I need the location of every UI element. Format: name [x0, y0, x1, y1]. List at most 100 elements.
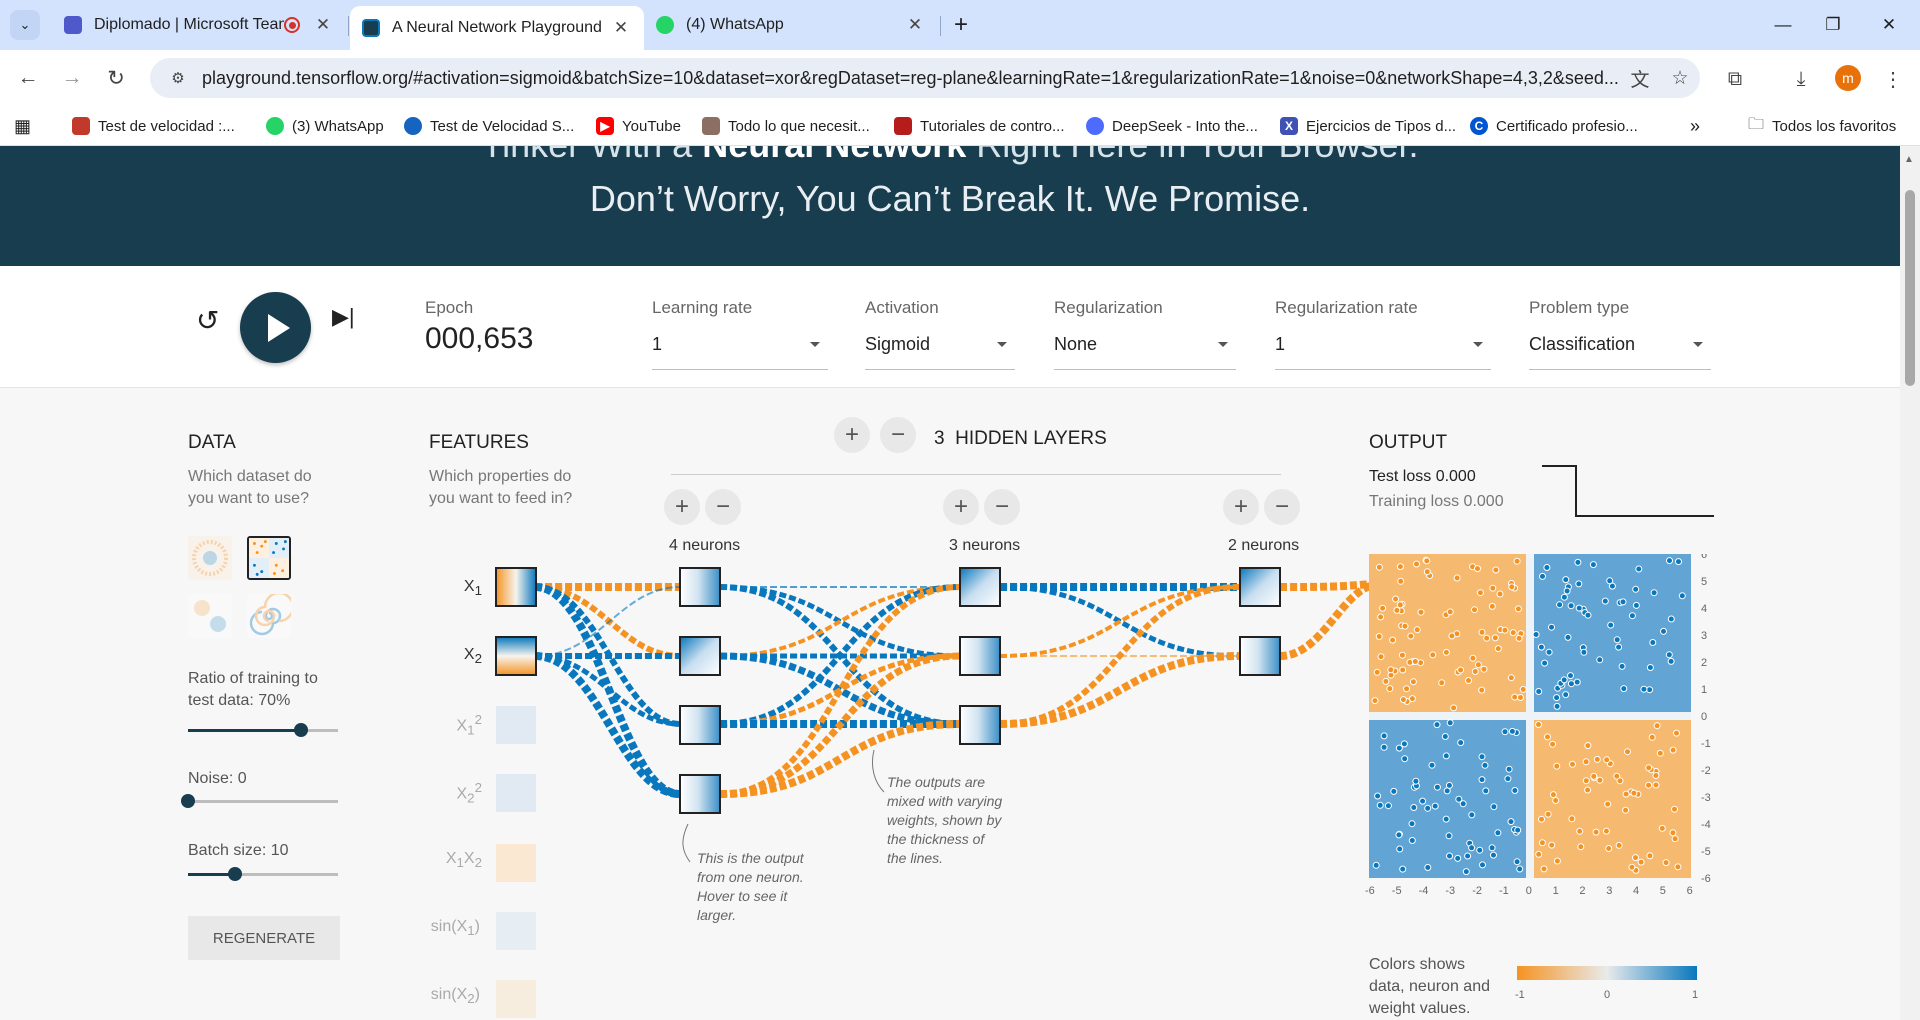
page-scrollbar[interactable]: ▲ — [1900, 146, 1920, 1020]
tab-search-button[interactable]: ⌄ — [10, 10, 40, 40]
data-point — [1515, 634, 1523, 642]
extensions-icon[interactable]: ⧉ — [1720, 64, 1750, 94]
data-point — [1575, 604, 1583, 612]
tab-whatsapp[interactable]: (4) WhatsApp ✕ — [644, 8, 938, 42]
bookmark-item[interactable]: Todo lo que necesit... — [702, 114, 870, 138]
data-point — [1457, 666, 1465, 674]
data-point — [1407, 632, 1415, 640]
minimize-button[interactable]: — — [1760, 8, 1806, 42]
data-point — [1375, 633, 1383, 640]
data-point — [1615, 643, 1623, 651]
y-tick-label: 3 — [1701, 630, 1707, 642]
data-point — [1481, 761, 1489, 769]
data-point — [1457, 739, 1465, 747]
data-point — [1540, 865, 1548, 873]
data-point — [1671, 835, 1679, 843]
recording-icon — [284, 17, 300, 33]
bookmark-star-icon[interactable]: ☆ — [1660, 67, 1700, 90]
bookmark-item[interactable]: C Certificado profesio... — [1470, 114, 1638, 138]
bookmark-item[interactable]: Tutoriales de contro... — [894, 114, 1065, 138]
forward-button[interactable]: → — [56, 62, 88, 94]
note-weights: The outputs are mixed with varying weights… — [887, 774, 1003, 866]
data-point — [1666, 557, 1673, 565]
download-icon[interactable]: ⤓ — [1786, 64, 1816, 94]
data-point — [1584, 611, 1592, 619]
data-point — [1671, 805, 1678, 813]
bookmark-item[interactable]: Test de Velocidad S... — [404, 114, 574, 138]
data-point — [1429, 651, 1437, 659]
bookmark-item[interactable]: (3) WhatsApp — [266, 114, 384, 138]
all-bookmarks-folder[interactable]: 🗀 Todos los favoritos — [1748, 114, 1896, 138]
bookmark-label: YouTube — [622, 117, 681, 135]
restore-button[interactable]: ❐ — [1810, 8, 1856, 42]
profile-avatar[interactable]: m — [1835, 65, 1861, 91]
data-point — [1548, 623, 1555, 631]
data-point — [1537, 643, 1545, 651]
whatsapp-icon — [266, 117, 284, 135]
data-point — [1624, 748, 1631, 756]
data-point — [1401, 755, 1409, 763]
neuron — [679, 636, 721, 676]
data-point — [1538, 839, 1546, 847]
scrollbar-thumb[interactable] — [1905, 190, 1915, 386]
data-point — [1660, 627, 1667, 635]
translate-icon[interactable]: 文 — [1620, 65, 1660, 92]
weight-link — [534, 652, 681, 798]
data-point — [1465, 677, 1472, 684]
address-bar[interactable]: ⚙ playground.tensorflow.org/#activation=… — [150, 58, 1700, 98]
bookmark-item[interactable]: X Ejercicios de Tipos d... — [1280, 114, 1456, 138]
tab-playground[interactable]: A Neural Network Playground ✕ — [350, 6, 644, 50]
data-point — [1535, 850, 1543, 858]
close-icon[interactable]: ✕ — [904, 15, 926, 35]
reload-button[interactable]: ↻ — [100, 62, 132, 94]
y-tick-label: -4 — [1701, 819, 1711, 831]
data-point — [1433, 721, 1441, 729]
data-point — [1622, 806, 1630, 814]
data-point — [1455, 795, 1463, 803]
data-point — [1608, 582, 1616, 590]
data-point — [1396, 845, 1404, 853]
data-point — [1446, 852, 1453, 860]
data-point — [1584, 742, 1592, 750]
data-point — [1399, 666, 1407, 674]
window-close-button[interactable]: ✕ — [1866, 8, 1912, 42]
data-point — [1408, 820, 1416, 828]
data-point — [1645, 781, 1653, 789]
data-point — [1469, 654, 1477, 662]
data-point — [1582, 758, 1590, 766]
back-button[interactable]: ← — [12, 62, 44, 94]
bookmark-label: Todo lo que necesit... — [728, 117, 870, 135]
url-text[interactable]: playground.tensorflow.org/#activation=si… — [202, 68, 1620, 89]
menu-icon[interactable]: ⋮ — [1878, 64, 1908, 94]
data-point — [1669, 829, 1677, 837]
data-point — [1553, 694, 1561, 702]
y-tick-label: 6 — [1701, 554, 1707, 561]
data-point — [1389, 636, 1397, 644]
more-bookmarks-icon[interactable]: » — [1690, 114, 1700, 138]
data-point — [1564, 633, 1572, 641]
data-point — [1560, 676, 1568, 684]
site-info-icon[interactable]: ⚙ — [158, 69, 198, 87]
data-point — [1538, 815, 1545, 823]
apps-icon[interactable]: ▦ — [14, 114, 31, 138]
scroll-up-icon[interactable]: ▲ — [1904, 154, 1914, 165]
bookmark-item[interactable]: DeepSeek - Into the... — [1086, 114, 1258, 138]
data-point — [1387, 666, 1395, 674]
y-tick-label: 1 — [1701, 684, 1707, 696]
data-point — [1674, 863, 1682, 871]
close-icon[interactable]: ✕ — [312, 15, 334, 35]
bookmark-item[interactable]: Test de velocidad :... — [72, 114, 235, 138]
data-point — [1380, 732, 1388, 740]
bookmark-label: Tutoriales de contro... — [920, 117, 1065, 135]
new-tab-button[interactable]: + — [946, 10, 976, 40]
close-icon[interactable]: ✕ — [610, 18, 632, 38]
bookmark-item[interactable]: ▶ YouTube — [596, 114, 681, 138]
data-point — [1424, 804, 1432, 812]
data-point — [1675, 558, 1682, 566]
tab-teams[interactable]: Diplomado | Microsoft Teams ✕ — [52, 8, 346, 42]
data-point — [1573, 678, 1581, 686]
bookmark-label: Test de Velocidad S... — [430, 117, 575, 135]
data-point — [1604, 800, 1612, 808]
data-point — [1632, 854, 1639, 862]
legend-tick: -1 — [1515, 989, 1525, 1001]
